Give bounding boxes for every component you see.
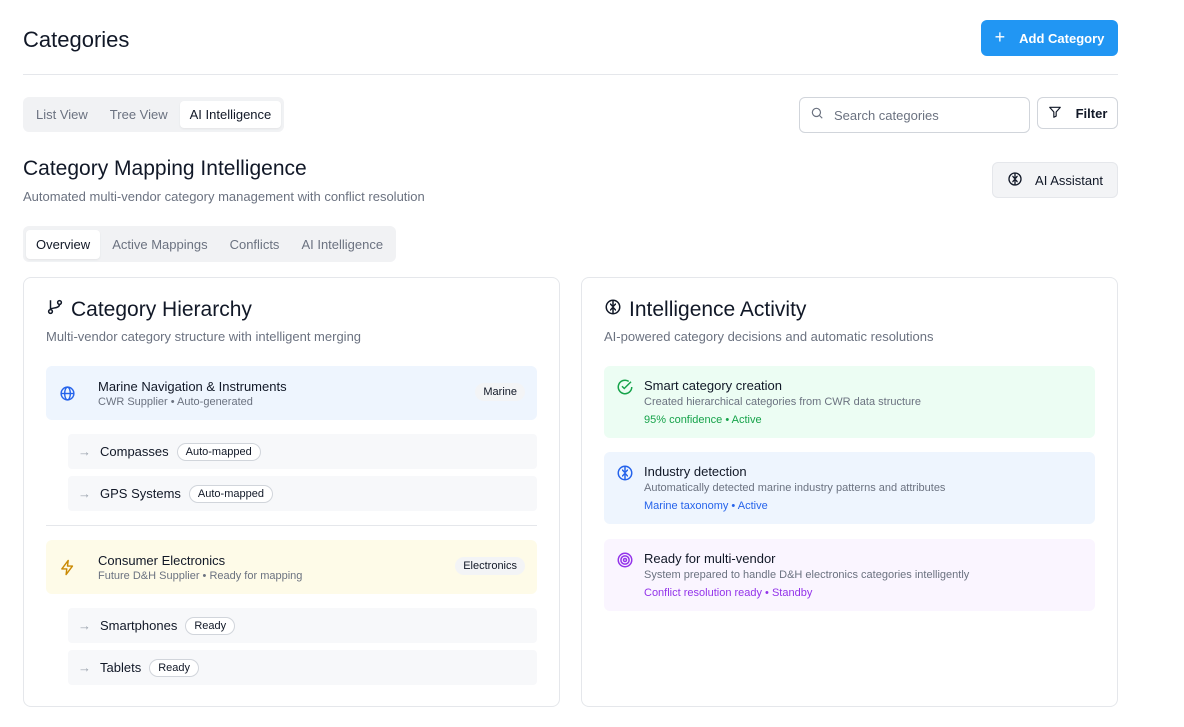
- activity-item: Industry detection Automatically detecte…: [604, 452, 1095, 524]
- activity-item: Smart category creation Created hierarch…: [604, 366, 1095, 438]
- activity-item-desc: System prepared to handle D&H electronic…: [644, 569, 970, 581]
- activity-item-title: Smart category creation: [644, 378, 783, 393]
- brain-icon: [616, 464, 634, 482]
- brain-icon: [604, 298, 622, 322]
- activity-item-desc: Created hierarchical categories from CWR…: [644, 396, 921, 408]
- add-category-label: Add Category: [1019, 30, 1105, 46]
- child-name: Tablets: [100, 660, 142, 675]
- filter-label: Filter: [1075, 105, 1108, 121]
- ai-assistant-label: AI Assistant: [1035, 172, 1103, 188]
- list-item[interactable]: → Compasses Auto-mapped: [68, 434, 537, 469]
- tab-overview[interactable]: Overview: [26, 229, 101, 259]
- activity-item-status: 95% confidence • Active: [644, 414, 762, 426]
- list-item[interactable]: → Smartphones Ready: [68, 608, 537, 643]
- sub-tabs: Overview Active Mappings Conflicts AI In…: [23, 226, 397, 262]
- status-badge: Auto-mapped: [176, 442, 261, 461]
- check-circle-icon: [616, 378, 634, 396]
- tab-conflicts[interactable]: Conflicts: [220, 230, 290, 259]
- target-icon: [616, 551, 634, 569]
- child-name: GPS Systems: [100, 486, 181, 501]
- filter-button[interactable]: Filter: [1037, 97, 1118, 129]
- brain-icon: [1007, 171, 1023, 190]
- lightning-icon: [58, 558, 76, 576]
- arrow-right-icon: →: [78, 618, 91, 633]
- arrow-right-icon: →: [78, 444, 91, 459]
- activity-title: Intelligence Activity: [629, 298, 807, 321]
- section-title: Category Mapping Intelligence: [23, 157, 307, 180]
- list-item[interactable]: → GPS Systems Auto-mapped: [68, 476, 537, 511]
- category-group-marine[interactable]: Marine Navigation & Instruments CWR Supp…: [46, 366, 537, 420]
- group-tag: Marine: [475, 383, 525, 401]
- tab-ai-intelligence-sub[interactable]: AI Intelligence: [291, 230, 393, 259]
- category-hierarchy-card: Category Hierarchy Multi-vendor category…: [23, 277, 560, 707]
- hierarchy-heading: Category Hierarchy: [46, 298, 252, 322]
- filter-icon: [1048, 105, 1062, 122]
- search-input[interactable]: [834, 107, 1014, 123]
- category-group-electronics[interactable]: Consumer Electronics Future D&H Supplier…: [46, 540, 537, 594]
- search-box: [799, 97, 1030, 133]
- status-badge: Auto-mapped: [188, 484, 273, 503]
- hierarchy-subtitle: Multi-vendor category structure with int…: [46, 329, 362, 344]
- activity-item-status: Marine taxonomy • Active: [644, 500, 768, 512]
- arrow-right-icon: →: [78, 660, 91, 675]
- activity-heading: Intelligence Activity: [604, 298, 806, 322]
- search-icon: [810, 106, 824, 125]
- child-name: Compasses: [100, 444, 169, 459]
- activity-item: Ready for multi-vendor System prepared t…: [604, 539, 1095, 611]
- tab-list-view[interactable]: List View: [26, 101, 98, 128]
- ai-assistant-button[interactable]: AI Assistant: [992, 162, 1118, 198]
- activity-item-status: Conflict resolution ready • Standby: [644, 587, 813, 599]
- group-tag: Electronics: [455, 557, 525, 575]
- tab-active-mappings[interactable]: Active Mappings: [102, 230, 217, 259]
- section-subtitle: Automated multi-vendor category manageme…: [23, 189, 425, 204]
- page-title: Categories: [23, 27, 130, 52]
- child-name: Smartphones: [100, 618, 178, 633]
- group-meta: CWR Supplier • Auto-generated: [98, 395, 253, 408]
- group-name: Marine Navigation & Instruments: [98, 378, 287, 394]
- list-item[interactable]: → Tablets Ready: [68, 650, 537, 685]
- add-category-button[interactable]: + Add Category: [981, 20, 1118, 56]
- activity-item-desc: Automatically detected marine industry p…: [644, 482, 946, 494]
- arrow-right-icon: →: [78, 486, 91, 501]
- git-branch-icon: [46, 298, 64, 322]
- group-divider: [46, 525, 537, 526]
- hierarchy-title: Category Hierarchy: [71, 298, 252, 321]
- group-meta: Future D&H Supplier • Ready for mapping: [98, 569, 303, 582]
- plus-icon: +: [994, 27, 1006, 47]
- activity-item-title: Industry detection: [644, 464, 747, 479]
- status-badge: Ready: [149, 658, 199, 677]
- view-tabs: List View Tree View AI Intelligence: [23, 97, 285, 132]
- status-badge: Ready: [185, 616, 236, 635]
- header-divider: [23, 74, 1118, 75]
- tab-ai-intelligence[interactable]: AI Intelligence: [179, 101, 282, 128]
- activity-subtitle: AI-powered category decisions and automa…: [604, 329, 934, 344]
- group-name: Consumer Electronics: [98, 552, 226, 568]
- intelligence-activity-card: Intelligence Activity AI-powered categor…: [581, 277, 1118, 707]
- activity-item-title: Ready for multi-vendor: [644, 551, 776, 566]
- tab-tree-view[interactable]: Tree View: [100, 101, 178, 128]
- globe-icon: [58, 384, 76, 402]
